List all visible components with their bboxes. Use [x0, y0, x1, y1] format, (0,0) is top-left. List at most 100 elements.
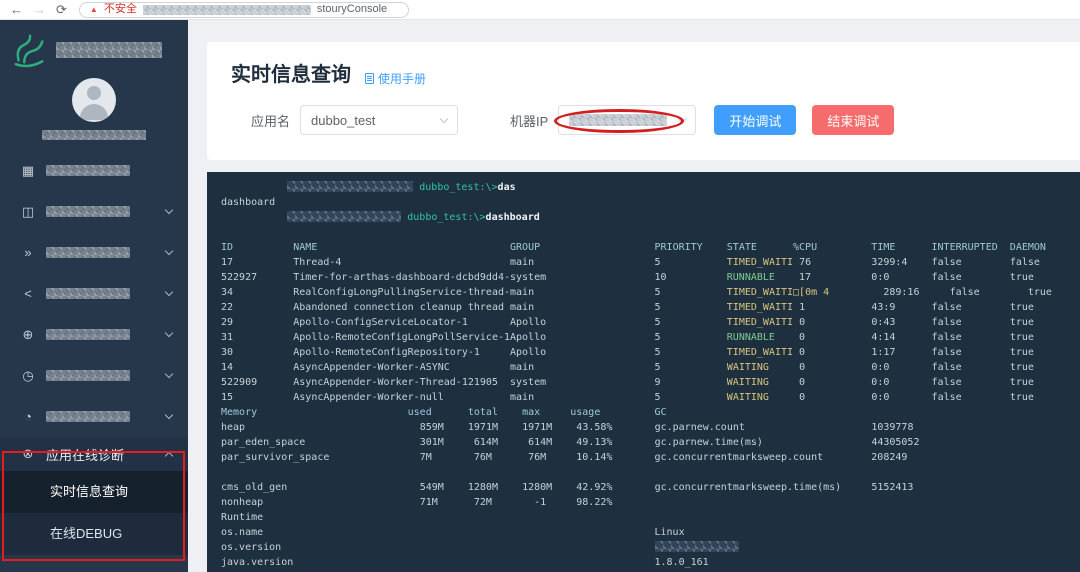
sidebar-item-online-debug[interactable]: 在线DEBUG [0, 513, 188, 555]
query-card: 实时信息查询 使用手册 应用名 dubbo_test 机器IP 开始调试 结束调… [207, 42, 1080, 160]
menu-label-redacted [46, 411, 130, 422]
manual-link[interactable]: 使用手册 [365, 70, 426, 87]
terminal-redacted [287, 181, 414, 192]
browser-toolbar: ← → ⟳ ▲ 不安全 stouryConsole [0, 0, 1080, 20]
diagnosis-group-label: 应用在线诊断 [46, 447, 125, 463]
app-name-select[interactable]: dubbo_test [300, 105, 459, 135]
app-name-value: dubbo_test [311, 112, 376, 128]
sidebar-item-globe[interactable]: ⊕ [0, 314, 188, 355]
sidebar: ▦ ◫ » < ⊕ ◷ ◔ ⊗ 应用在线诊断 实时信息查询 在线DEBUG [0, 20, 188, 572]
terminal-line: cms_old_gen 549M 1280M 1280M 42.92% gc.c… [221, 482, 914, 493]
security-warning-label: 不安全 [103, 3, 137, 15]
terminal-line: dubbo_test:\>das [221, 180, 1080, 195]
manual-link-label: 使用手册 [378, 72, 427, 86]
share-icon: < [24, 286, 32, 301]
page-title: 实时信息查询 [231, 64, 351, 86]
terminal-line: 522927 Timer-for-arthas-dashboard-dcbd9d… [221, 272, 1034, 283]
terminal-redacted [654, 541, 739, 552]
pie-icon: ◔ [24, 409, 32, 424]
machine-ip-select[interactable] [554, 105, 697, 135]
globe-icon: ⊕ [22, 326, 34, 342]
sidebar-item-grid[interactable]: ▦ [0, 150, 188, 191]
logo [0, 20, 188, 72]
terminal-line: par_survivor_space 7M 76M 76M 10.14% gc.… [221, 452, 908, 463]
menu-label-redacted [46, 247, 130, 258]
menu-label-redacted [46, 370, 130, 381]
menu-label-redacted [46, 288, 130, 299]
terminal-line: 14 AsyncAppender-Worker-ASYNC main 5 WAI… [221, 362, 1034, 373]
chevron-down-icon [164, 369, 174, 379]
terminal-line: 15 AsyncAppender-Worker-null main 5 WAIT… [221, 392, 1034, 403]
apps-icon: ◫ [21, 203, 35, 219]
terminal-line: nonheap 71M 72M -1 98.22% [221, 497, 613, 508]
sidebar-menu: ▦ ◫ » < ⊕ ◷ ◔ [0, 150, 188, 437]
terminal-line: dubbo_test:\>dashboard [221, 210, 1080, 225]
terminal-output: dubbo_test:\>das dashboard dubbo_test:\>d… [221, 180, 1080, 572]
sidebar-item-apps[interactable]: ◫ [0, 191, 188, 232]
main-content: 实时信息查询 使用手册 应用名 dubbo_test 机器IP 开始调试 结束调… [188, 20, 1080, 572]
debug-form: 应用名 dubbo_test 机器IP 开始调试 结束调试 [231, 105, 1080, 135]
terminal-line: 31 Apollo-RemoteConfigLongPollService-1A… [221, 332, 1034, 343]
terminal[interactable]: dubbo_test:\>das dashboard dubbo_test:\>d… [207, 172, 1080, 572]
terminal-line: Runtime [221, 512, 264, 523]
reload-icon[interactable]: ⟳ [56, 3, 67, 16]
url-text: stouryConsole [316, 3, 388, 15]
terminal-redacted [287, 211, 402, 222]
chevron-down-icon [439, 114, 449, 123]
sidebar-item-clock[interactable]: ◷ [0, 355, 188, 396]
grid-icon: ▦ [21, 162, 35, 178]
url-redacted [142, 4, 311, 15]
forward-icon[interactable]: → [33, 3, 46, 16]
machine-ip-label: 机器IP [510, 113, 549, 129]
terminal-line: ID NAME GROUP PRIORITY STATE %CPU TIME I… [221, 242, 1046, 253]
terminal-line: 29 Apollo-ConfigServiceLocator-1 Apollo … [221, 317, 1034, 328]
terminal-line: par_eden_space 301M 614M 614M 49.13% gc.… [221, 437, 920, 448]
document-icon [365, 73, 374, 84]
terminal-line: 30 Apollo-RemoteConfigRepository-1 Apoll… [221, 347, 1034, 358]
terminal-line: java.version 1.8.0_161 [221, 557, 709, 568]
terminal-line: heap 859M 1971M 1971M 43.58% gc.parnew.c… [221, 422, 914, 433]
end-debug-button[interactable]: 结束调试 [812, 105, 895, 135]
chevron-up-icon [164, 451, 174, 461]
menu-label-redacted [46, 165, 130, 176]
diagnosis-icon: ⊗ [22, 446, 34, 461]
app-name-label: 应用名 [251, 113, 291, 129]
terminal-line: dashboard [221, 197, 276, 208]
menu-label-redacted [46, 206, 130, 217]
machine-ip-redacted [569, 114, 668, 126]
terminal-line: os.name Linux [221, 527, 685, 538]
terminal-line: 34 RealConfigLongPullingService-thread-m… [221, 287, 1052, 298]
screen: ← → ⟳ ▲ 不安全 stouryConsole ▦ ◫ » < ⊕ ◷ ◔ ⊗ 应用在线… [0, 0, 1080, 572]
back-icon[interactable]: ← [10, 3, 23, 16]
sidebar-submenu: 实时信息查询 在线DEBUG [0, 471, 188, 555]
start-debug-button[interactable]: 开始调试 [714, 105, 797, 135]
sidebar-item-app-online-diagnosis[interactable]: ⊗ 应用在线诊断 [0, 437, 188, 471]
chevron-down-icon [678, 114, 687, 123]
clock-icon: ◷ [22, 367, 34, 383]
username-redacted [42, 130, 146, 140]
logo-text-redacted [56, 42, 162, 58]
avatar[interactable] [72, 78, 116, 122]
terminal-line: 522909 AsyncAppender-Worker-Thread-12190… [221, 377, 1034, 388]
address-bar[interactable]: ▲ 不安全 stouryConsole [78, 1, 409, 18]
chevron-down-icon [164, 410, 174, 420]
chevron-down-icon [164, 328, 174, 338]
terminal-line: Memory used total max usage GC [221, 407, 667, 418]
sidebar-item-double-arrow[interactable]: » [0, 232, 188, 273]
chevron-down-icon [164, 246, 174, 256]
logo-icon [14, 34, 44, 68]
chevron-down-icon [164, 205, 174, 215]
terminal-line: os.version [221, 540, 1080, 555]
terminal-line: 22 Abandoned connection cleanup thread m… [221, 302, 1034, 313]
warning-icon: ▲ [89, 4, 98, 14]
double-arrow-icon: » [24, 245, 32, 260]
chevron-down-icon [164, 287, 174, 297]
sidebar-item-share[interactable]: < [0, 273, 188, 314]
user-profile [0, 72, 188, 150]
terminal-line: 17 Thread-4 main 5 TIMED_WAITI 76 3299:4… [221, 257, 1040, 268]
menu-label-redacted [46, 329, 130, 340]
sidebar-item-pie[interactable]: ◔ [0, 396, 188, 437]
sidebar-item-realtime-info-query[interactable]: 实时信息查询 [0, 471, 188, 513]
